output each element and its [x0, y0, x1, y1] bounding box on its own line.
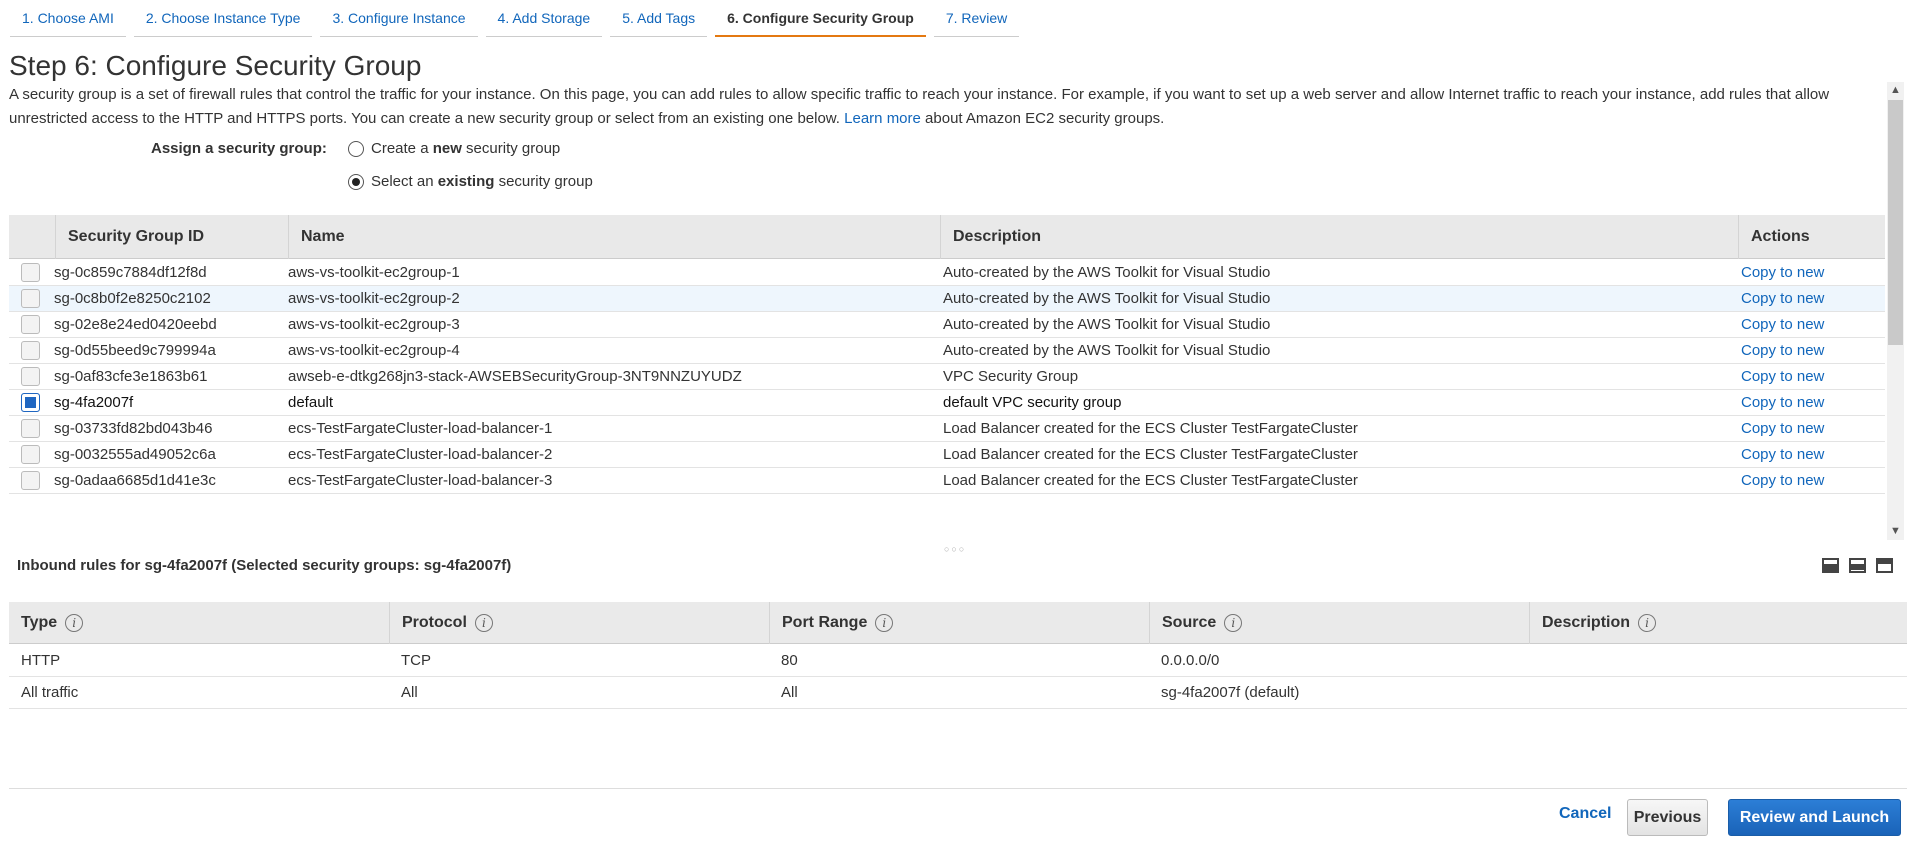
row-checkbox[interactable]	[21, 367, 40, 386]
row-checkbox[interactable]	[21, 445, 40, 464]
footer-divider	[9, 788, 1907, 789]
rule-protocol: All	[401, 684, 418, 701]
security-group-id: sg-0adaa6685d1d41e3c	[54, 472, 216, 489]
header-source: Source i	[1149, 602, 1529, 644]
header-security-group-id[interactable]: Security Group ID	[55, 215, 298, 259]
wizard-tabs: 1. Choose AMI 2. Choose Instance Type 3.…	[10, 0, 1027, 37]
rule-type: All traffic	[21, 684, 79, 701]
radio-select-existing-button[interactable]	[348, 173, 364, 190]
rule-source: sg-4fa2007f (default)	[1161, 684, 1300, 701]
header-name[interactable]: Name	[288, 215, 943, 259]
layout-top-panel-icon[interactable]	[1876, 558, 1893, 573]
radio-create-new-button[interactable]	[348, 140, 364, 157]
table-row[interactable]: sg-0adaa6685d1d41e3c ecs-TestFargateClust…	[9, 468, 1885, 494]
tab-review[interactable]: 7. Review	[933, 0, 1020, 37]
tab-add-tags[interactable]: 5. Add Tags	[610, 0, 708, 37]
review-and-launch-button[interactable]: Review and Launch	[1728, 799, 1901, 836]
row-checkbox[interactable]	[21, 393, 40, 412]
scroll-up-icon[interactable]: ▲	[1887, 82, 1904, 99]
row-checkbox[interactable]	[21, 315, 40, 334]
header-description[interactable]: Description	[940, 215, 1750, 259]
tab-configure-instance[interactable]: 3. Configure Instance	[320, 0, 478, 37]
table-row[interactable]: sg-4fa2007f default default VPC security g…	[9, 390, 1885, 416]
row-checkbox[interactable]	[21, 263, 40, 282]
radio-select-existing-label: Select an existing security group	[371, 173, 593, 190]
info-icon[interactable]: i	[875, 614, 894, 632]
header-actions: Actions	[1738, 215, 1885, 259]
row-checkbox[interactable]	[21, 289, 40, 308]
info-icon[interactable]: i	[1224, 614, 1243, 632]
layout-bottom-panel-icon[interactable]	[1822, 558, 1839, 573]
info-icon[interactable]: i	[65, 614, 84, 632]
row-checkbox[interactable]	[21, 471, 40, 490]
scroll-down-icon[interactable]: ▼	[1887, 523, 1904, 540]
inbound-rules-title: Inbound rules for sg-4fa2007f (Selected …	[17, 557, 512, 574]
intro-tail: about Amazon EC2 security groups.	[925, 110, 1165, 127]
security-group-name: ecs-TestFargateCluster-load-balancer-3	[288, 472, 553, 489]
rule-port-range: All	[781, 684, 798, 701]
tab-configure-security-group[interactable]: 6. Configure Security Group	[715, 0, 926, 37]
radio-create-new-label: Create a new security group	[371, 140, 561, 157]
header-port-range: Port Range i	[769, 602, 1149, 644]
security-group-scrollbar[interactable]: ▲ ▼	[1887, 82, 1904, 540]
table-row[interactable]: sg-0c8b0f2e8250c2102 aws-vs-toolkit-ec2gr…	[9, 286, 1885, 312]
cancel-button[interactable]: Cancel	[1559, 805, 1611, 823]
copy-to-new-link[interactable]: Copy to new	[1741, 468, 1824, 499]
radio-create-new[interactable]: Create a new security group	[348, 140, 560, 157]
rule-source: 0.0.0.0/0	[1161, 652, 1220, 669]
table-row[interactable]: sg-0af83cfe3e1863b61 awseb-e-dtkg268jn3-s…	[9, 364, 1885, 390]
table-row[interactable]: sg-0c859c7884df12f8d aws-vs-toolkit-ec2gr…	[9, 260, 1885, 286]
security-group-description: Load Balancer created for the ECS Cluste…	[943, 472, 1358, 489]
tab-choose-instance-type[interactable]: 2. Choose Instance Type	[133, 0, 313, 37]
layout-toggle-group	[1822, 558, 1893, 573]
radio-select-existing[interactable]: Select an existing security group	[348, 173, 593, 190]
security-group-table-header: Security Group ID Name Description Actio…	[9, 215, 1885, 259]
header-protocol: Protocol i	[389, 602, 769, 644]
table-row[interactable]: sg-03733fd82bd043b46 ecs-TestFargateClust…	[9, 416, 1885, 442]
row-checkbox[interactable]	[21, 341, 40, 360]
header-rule-description: Description i	[1529, 602, 1907, 644]
info-icon[interactable]: i	[474, 614, 493, 632]
row-checkbox[interactable]	[21, 419, 40, 438]
layout-split-panel-icon[interactable]	[1849, 558, 1866, 573]
learn-more-link[interactable]: Learn more	[844, 110, 921, 127]
rule-protocol: TCP	[401, 652, 431, 669]
resize-grip-icon[interactable]: ○○○	[944, 544, 966, 554]
inbound-rules-header: Type i Protocol i Port Range i Source i Desc…	[9, 602, 1907, 644]
table-row[interactable]: sg-0d55beed9c799994a aws-vs-toolkit-ec2gr…	[9, 338, 1885, 364]
inbound-rule-row: All traffic All All sg-4fa2007f (default)	[9, 677, 1907, 709]
tab-add-storage[interactable]: 4. Add Storage	[485, 0, 603, 37]
header-type: Type i	[9, 602, 389, 644]
rule-type: HTTP	[21, 652, 61, 669]
previous-button[interactable]: Previous	[1627, 799, 1708, 836]
table-row[interactable]: sg-02e8e24ed0420eebd aws-vs-toolkit-ec2gr…	[9, 312, 1885, 338]
table-row[interactable]: sg-0032555ad49052c6a ecs-TestFargateClust…	[9, 442, 1885, 468]
assign-security-group-label: Assign a security group:	[151, 140, 327, 157]
intro-paragraph: A security group is a set of firewall ru…	[9, 83, 1879, 131]
scrollbar-thumb[interactable]	[1888, 100, 1903, 345]
info-icon[interactable]: i	[1638, 614, 1657, 632]
page-title: Step 6: Configure Security Group	[9, 50, 422, 81]
rule-port-range: 80	[781, 652, 798, 669]
security-group-table: Security Group ID Name Description Actio…	[9, 215, 1885, 543]
tab-choose-ami[interactable]: 1. Choose AMI	[10, 0, 126, 37]
inbound-rule-row: HTTP TCP 80 0.0.0.0/0	[9, 645, 1907, 677]
